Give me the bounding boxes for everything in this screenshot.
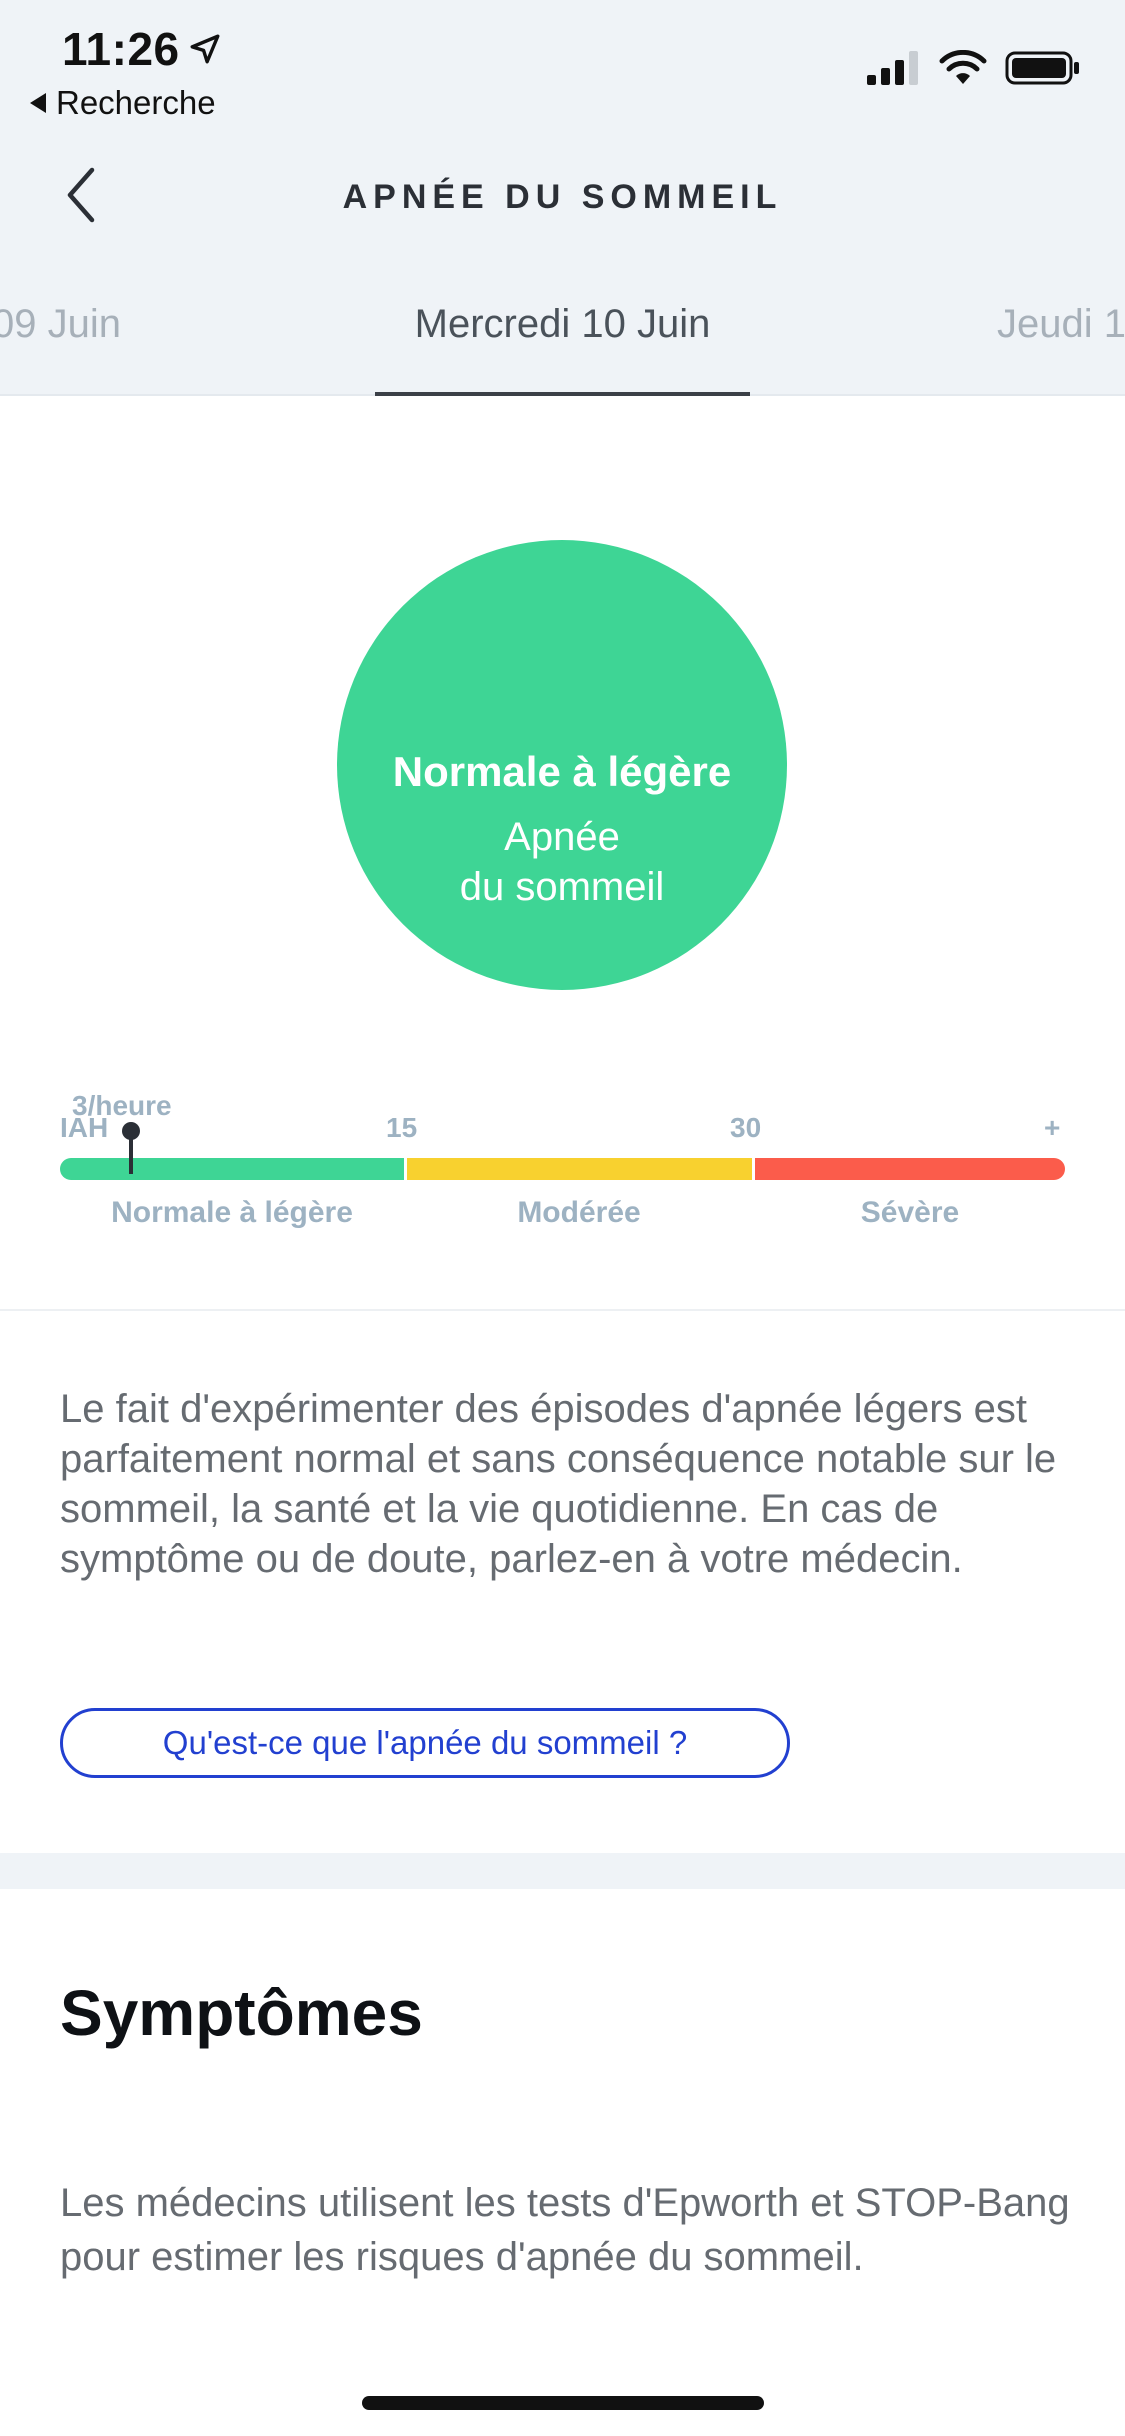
back-to-app-button[interactable]: Recherche	[30, 84, 216, 122]
battery-icon	[1005, 51, 1079, 85]
status-icons	[867, 50, 1081, 86]
home-indicator[interactable]	[362, 2396, 764, 2410]
scale-axis-label: IAH	[60, 1112, 109, 1143]
result-description: Le fait d'expérimenter des épisodes d'ap…	[60, 1387, 1057, 1581]
result-level: Normale à légère	[392, 748, 732, 795]
section-separator	[0, 1853, 1125, 1889]
scale-category-severe: Sévère	[860, 1196, 960, 1229]
result-circle: Normale à légère Apnée du sommeil	[337, 540, 787, 990]
status-bar-time: 11:26	[62, 22, 222, 76]
time-text: 11:26	[62, 23, 180, 75]
tab-previous-day[interactable]: 09 Juin	[0, 302, 121, 347]
scale-bar-severe	[755, 1158, 1065, 1180]
location-arrow-icon	[190, 34, 220, 64]
scale-marker-dot	[122, 1122, 140, 1140]
cellular-signal-icon	[867, 51, 918, 85]
back-triangle-icon	[30, 93, 46, 113]
section-divider	[0, 1309, 1125, 1311]
page-title: APNÉE DU SOMMEIL	[342, 178, 783, 216]
tab-active-indicator	[375, 392, 750, 396]
result-subtitle: Apnée du sommeil	[459, 815, 665, 909]
scale-tick-plus: +	[1044, 1112, 1061, 1143]
iah-scale: 3/heure IAH 15 30 + Normale à légère Mod…	[60, 1090, 1065, 1240]
wifi-icon	[939, 50, 987, 84]
scale-category-normal: Normale à légère	[111, 1196, 353, 1229]
scale-tick-15: 15	[386, 1112, 418, 1143]
scale-category-moderate: Modérée	[517, 1196, 641, 1229]
back-to-app-label: Recherche	[56, 84, 216, 121]
scale-tick-30: 30	[730, 1112, 762, 1143]
symptoms-title: Symptômes	[60, 1977, 423, 2049]
tab-current-day[interactable]: Mercredi 10 Juin	[375, 302, 750, 347]
header: 11:26 Recherche APNÉE DU SOMMEIL 09 Juin…	[0, 0, 1125, 396]
symptoms-text: Les médecins utilisent les tests d'Epwor…	[60, 2181, 1070, 2279]
scale-bar-moderate	[407, 1158, 752, 1180]
what-is-sleep-apnea-button[interactable]: Qu'est-ce que l'apnée du sommeil ?	[60, 1708, 790, 1778]
tab-next-day[interactable]: Jeudi 1	[997, 302, 1125, 347]
scale-bar-normal	[60, 1158, 404, 1180]
